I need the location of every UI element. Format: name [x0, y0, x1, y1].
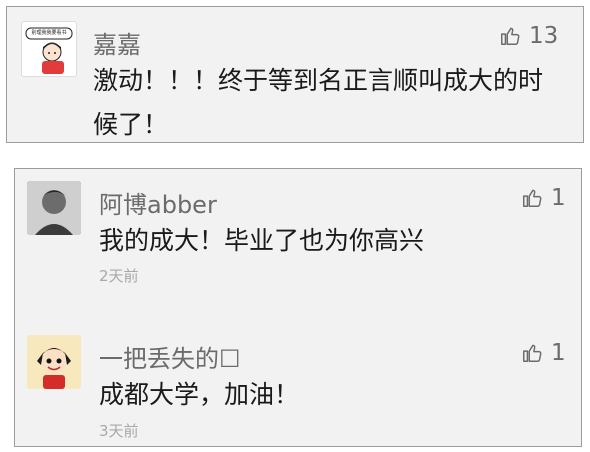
person-photo-icon: [27, 181, 81, 235]
like-count: 13: [529, 23, 559, 49]
like-button[interactable]: 1: [521, 340, 566, 366]
comment-text: 我的成大！毕业了也为你高兴: [99, 226, 425, 255]
like-count: 1: [551, 340, 566, 366]
timestamp: 3天前: [99, 422, 139, 440]
avatar-caption: 别理我我要看书: [31, 30, 67, 36]
thumbs-up-icon: [523, 344, 542, 362]
thumbs-up-icon: [501, 27, 520, 45]
comment-text: 成都大学，加油！: [99, 380, 300, 409]
username[interactable]: 嘉嘉: [93, 25, 141, 60]
user-avatar[interactable]: [27, 335, 81, 389]
like-button[interactable]: 13: [499, 23, 558, 49]
username[interactable]: 阿博abber: [99, 185, 217, 220]
like-count: 1: [551, 185, 566, 211]
comment-card: 阿博abber 1 我的成大！毕业了也为你高兴 2天前 一把丢失的☐ 1 成都大…: [14, 168, 582, 447]
timestamp: 2天前: [99, 267, 139, 285]
like-button[interactable]: 1: [521, 185, 566, 211]
user-avatar[interactable]: 别理我我要看书: [21, 21, 77, 77]
cartoon-avatar-icon: [27, 335, 81, 389]
thumbs-up-icon: [523, 189, 542, 207]
user-avatar[interactable]: [27, 181, 81, 235]
comment-card: 别理我我要看书 嘉嘉 13 激动！！！终于等到名正言顺叫成大的时候了！: [6, 6, 584, 143]
username[interactable]: 一把丢失的☐: [99, 339, 241, 374]
comment-text: 激动！！！终于等到名正言顺叫成大的时候了！: [93, 66, 544, 139]
